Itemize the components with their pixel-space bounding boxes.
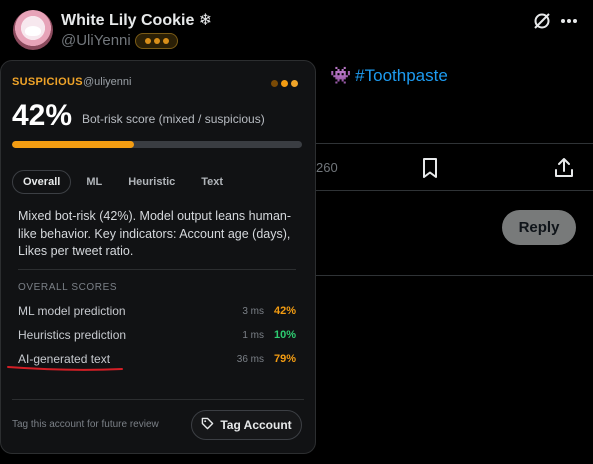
score-value: 42% — [273, 305, 296, 317]
divider — [316, 143, 593, 144]
bot-indicator-pill[interactable] — [135, 33, 178, 49]
score-bar — [12, 141, 302, 148]
score-row-ml: ML model prediction 3 ms 42% — [18, 302, 296, 320]
score-label: ML model prediction — [18, 304, 126, 318]
alien-emoji: 👾 — [330, 66, 352, 85]
footer-note: Tag this account for future review — [12, 419, 159, 430]
display-name[interactable]: White Lily Cookie ❄ — [61, 10, 212, 30]
bookmark-icon[interactable] — [419, 157, 441, 179]
divider — [316, 190, 593, 191]
status-badge: SUSPICIOUS — [12, 76, 83, 88]
tab-overall[interactable]: Overall — [12, 170, 72, 194]
bot-risk-panel: SUSPICIOUS @uliyenni 42% Bot-risk score … — [0, 60, 316, 454]
tag-account-button[interactable]: Tag Account — [191, 410, 302, 440]
share-icon[interactable] — [553, 157, 575, 179]
red-underline-annotation — [7, 366, 123, 371]
tag-icon — [201, 417, 214, 433]
avatar[interactable] — [13, 10, 53, 50]
metric-count[interactable]: 260 — [316, 160, 338, 175]
tweet-text: 👾 #Toothpaste — [330, 66, 448, 86]
user-handle[interactable]: @UliYenni — [61, 32, 131, 49]
score-row-heuristics: Heuristics prediction 1 ms 10% — [18, 326, 296, 344]
tab-ml[interactable]: ML — [75, 170, 113, 194]
divider — [12, 399, 304, 400]
grok-icon[interactable] — [531, 10, 553, 32]
reply-button[interactable]: Reply — [502, 210, 576, 245]
tag-account-label: Tag Account — [220, 418, 292, 432]
divider — [18, 269, 296, 270]
panel-handle: @uliyenni — [83, 76, 132, 88]
section-title: OVERALL SCORES — [18, 282, 118, 293]
score-label: Heuristics prediction — [18, 328, 127, 342]
score-latency: 3 ms — [242, 305, 264, 317]
tab-heuristic[interactable]: Heuristic — [117, 170, 186, 194]
score-latency: 36 ms — [236, 353, 264, 365]
divider — [316, 275, 593, 276]
hashtag-link[interactable]: #Toothpaste — [355, 66, 448, 85]
score-bar-fill — [12, 141, 134, 148]
score-latency: 1 ms — [242, 329, 264, 341]
score-value: 10% — [273, 329, 296, 341]
score-description: Bot-risk score (mixed / suspicious) — [82, 112, 265, 126]
panel-dots-icon[interactable] — [271, 77, 305, 89]
more-options-icon[interactable] — [558, 10, 580, 32]
tab-text[interactable]: Text — [190, 170, 234, 194]
score-value: 79% — [273, 353, 296, 365]
score-percent: 42% — [12, 99, 73, 132]
risk-summary: Mixed bot-risk (42%). Model output leans… — [18, 209, 292, 258]
panel-tabs: Overall ML Heuristic Text — [12, 170, 234, 194]
